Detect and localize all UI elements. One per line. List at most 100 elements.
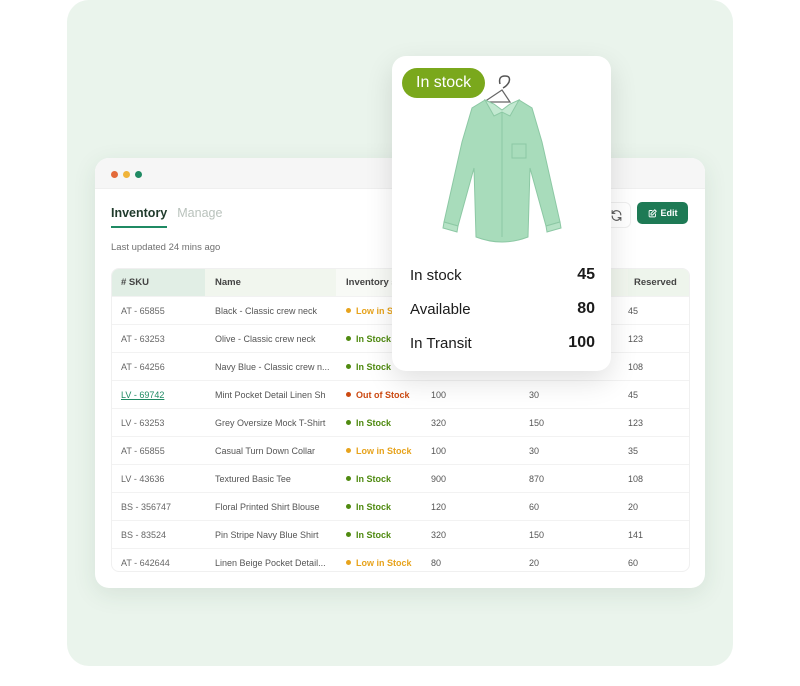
metric-value: 45: [577, 266, 595, 283]
sku-cell: LV - 43636: [121, 473, 165, 484]
status-label: In Stock: [356, 333, 392, 344]
quantity-cell: 150: [529, 529, 545, 540]
name-cell: Floral Printed Shirt Blouse: [215, 501, 320, 512]
edit-icon: [648, 208, 657, 217]
quantity-cell: 320: [431, 417, 447, 428]
stock-summary-card: In stock In stock 45 Available 80 In Tra…: [392, 56, 611, 371]
quantity-cell: 900: [431, 473, 447, 484]
sku-cell: AT - 65855: [121, 305, 165, 316]
status-label: In Stock: [356, 417, 392, 428]
sku-cell: LV - 63253: [121, 417, 165, 428]
table-row[interactable]: LV - 69742 Mint Pocket Detail Linen Sh Out…: [112, 380, 689, 408]
name-cell: Navy Blue - Classic crew n...: [215, 361, 330, 372]
status-label: In Stock: [356, 529, 392, 540]
stock-status-badge: In stock: [402, 68, 486, 98]
edit-button-label: Edit: [660, 208, 678, 218]
status-dot-icon: [346, 448, 351, 453]
status-dot-icon: [346, 504, 351, 509]
sku-cell: AT - 642644: [121, 557, 170, 568]
metric-label: In stock: [410, 266, 462, 284]
status-cell: In Stock: [336, 465, 431, 492]
table-row[interactable]: BS - 356747 Floral Printed Shirt Blouse In…: [112, 492, 689, 520]
reserved-cell: 45: [628, 389, 639, 400]
status-dot-icon: [346, 336, 351, 341]
reserved-cell: 20: [628, 501, 639, 512]
metric-available: Available 80: [410, 300, 595, 318]
quantity-cell: 120: [431, 501, 447, 512]
quantity-cell: 60: [529, 501, 540, 512]
table-row[interactable]: AT - 65855 Casual Turn Down Collar Low in …: [112, 436, 689, 464]
status-dot-icon: [346, 308, 351, 313]
sku-cell[interactable]: LV - 69742: [112, 381, 205, 408]
table-row[interactable]: AT - 642644 Linen Beige Pocket Detail... L…: [112, 548, 689, 571]
reserved-cell: 35: [628, 445, 639, 456]
status-label: In Stock: [356, 501, 392, 512]
shirt-product-image: [442, 75, 562, 243]
refresh-icon: [611, 209, 621, 221]
reserved-cell: 45: [628, 305, 639, 316]
table-row[interactable]: BS - 83524 Pin Stripe Navy Blue Shirt In S…: [112, 520, 689, 548]
sku-cell: BS - 356747: [121, 501, 172, 512]
metric-label: In Transit: [410, 334, 472, 352]
status-dot-icon: [346, 392, 351, 397]
table-row[interactable]: LV - 43636 Textured Basic Tee In Stock 900 8…: [112, 464, 689, 492]
status-dot-icon: [346, 420, 351, 425]
quantity-cell: 80: [431, 557, 442, 568]
quantity-cell: 320: [431, 529, 447, 540]
last-updated-text: Last updated 24 mins ago: [111, 242, 221, 253]
status-label: Out of Stock: [356, 389, 410, 400]
tab-manage[interactable]: Manage: [177, 206, 222, 228]
quantity-cell: 150: [529, 417, 545, 428]
quantity-cell: 100: [431, 445, 447, 456]
tab-bar: Inventory Manage: [111, 206, 222, 228]
quantity-cell: 30: [529, 389, 540, 400]
metric-in-stock: In stock 45: [410, 266, 595, 284]
sku-cell: AT - 63253: [121, 333, 165, 344]
tab-inventory[interactable]: Inventory: [111, 206, 168, 228]
window-close-dot[interactable]: [111, 171, 118, 178]
status-dot-icon: [346, 532, 351, 537]
name-cell: Mint Pocket Detail Linen Sh: [215, 389, 326, 400]
quantity-cell: 870: [529, 473, 545, 484]
status-label: Low in Stock: [356, 557, 412, 568]
quantity-cell: 20: [529, 557, 540, 568]
status-dot-icon: [346, 476, 351, 481]
edit-button[interactable]: Edit: [637, 202, 688, 224]
sku-cell: AT - 64256: [121, 361, 165, 372]
column-header-sku[interactable]: # SKU: [112, 269, 205, 296]
status-label: In Stock: [356, 361, 392, 372]
quantity-cell: 30: [529, 445, 540, 456]
table-row[interactable]: LV - 63253 Grey Oversize Mock T-Shirt In S…: [112, 408, 689, 436]
status-cell: In Stock: [336, 493, 431, 520]
name-cell: Olive - Classic crew neck: [215, 333, 316, 344]
reserved-cell: 123: [628, 417, 644, 428]
status-cell: Low in Stock: [336, 549, 431, 571]
status-label: In Stock: [356, 473, 392, 484]
column-header-name[interactable]: Name: [205, 269, 336, 296]
column-header-reserved[interactable]: Reserved: [628, 269, 689, 296]
metric-in-transit: In Transit 100: [410, 334, 595, 352]
metric-label: Available: [410, 300, 471, 318]
metric-value: 100: [568, 334, 595, 351]
name-cell: Casual Turn Down Collar: [215, 445, 316, 456]
sku-cell: AT - 65855: [121, 445, 165, 456]
status-cell: In Stock: [336, 521, 431, 548]
name-cell: Pin Stripe Navy Blue Shirt: [215, 529, 319, 540]
status-label: Low in Stock: [356, 445, 412, 456]
reserved-cell: 141: [628, 529, 644, 540]
sku-cell: BS - 83524: [121, 529, 167, 540]
reserved-cell: 108: [628, 473, 644, 484]
status-cell: Out of Stock: [336, 381, 431, 408]
name-cell: Linen Beige Pocket Detail...: [215, 557, 326, 568]
metric-value: 80: [577, 300, 595, 317]
status-cell: In Stock: [336, 409, 431, 436]
quantity-cell: 100: [431, 389, 447, 400]
window-maximize-dot[interactable]: [135, 171, 142, 178]
name-cell: Grey Oversize Mock T-Shirt: [215, 417, 326, 428]
name-cell: Black - Classic crew neck: [215, 305, 318, 316]
status-dot-icon: [346, 560, 351, 565]
name-cell: Textured Basic Tee: [215, 473, 291, 484]
status-dot-icon: [346, 364, 351, 369]
status-cell: Low in Stock: [336, 437, 431, 464]
window-minimize-dot[interactable]: [123, 171, 130, 178]
